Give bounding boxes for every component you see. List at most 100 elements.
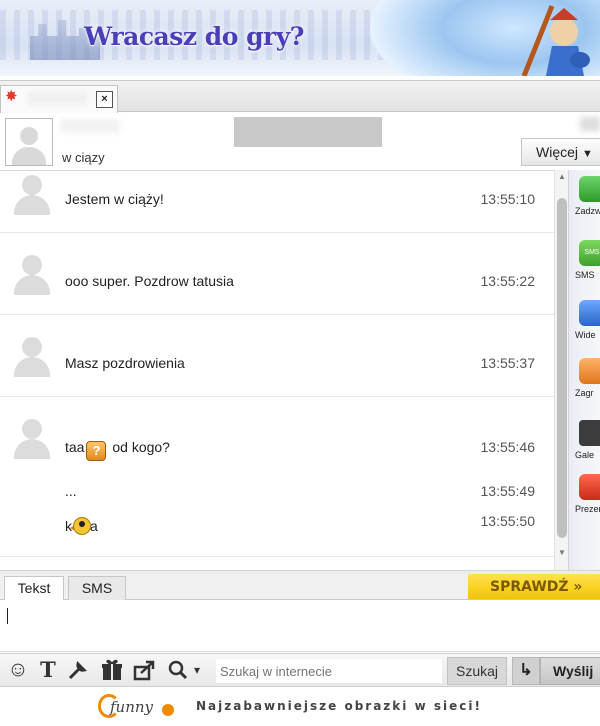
avatar-head (22, 175, 42, 195)
watermark-footer: funny Najzabawniejsze obrazki w sieci! (0, 688, 600, 726)
search-button[interactable]: Szukaj (447, 657, 507, 685)
message-row: taa? od kogo? 13:55:46 ... 13:55:49 ka 1… (0, 397, 554, 557)
message-text: taa? od kogo? (65, 439, 170, 461)
chevron-down-icon: ▼ (582, 148, 593, 160)
chat-history[interactable]: Jestem w ciąży! 13:55:10 ooo super. Pozd… (0, 170, 554, 570)
blurred-contact-name (27, 91, 87, 105)
message-line: Masz pozdrowienia 13:55:37 (65, 355, 535, 375)
contact-avatar[interactable] (5, 118, 53, 166)
phone-icon (579, 176, 600, 202)
scrollbar-thumb[interactable] (557, 198, 567, 538)
message-text: ooo super. Pozdrow tatusia (65, 273, 234, 289)
message-time: 13:55:49 (480, 483, 536, 499)
message-row: Jestem w ciąży! 13:55:10 (0, 171, 554, 233)
share-icon[interactable] (132, 658, 156, 682)
message-line: ka 13:55:50 (65, 513, 536, 535)
avatar-body (12, 147, 46, 165)
game-ad-banner[interactable]: Wracasz do gry? (0, 0, 600, 76)
search-icon[interactable] (166, 658, 190, 682)
call-label: Zadzw (575, 206, 600, 216)
logo-text: funny (110, 698, 154, 716)
conversation-tab-strip: ✸ × (0, 80, 600, 113)
more-label: Więcej (536, 144, 579, 160)
scroll-up-icon[interactable]: ▲ (557, 172, 567, 182)
avatar-head (22, 419, 42, 439)
blurred-contact-name (60, 119, 120, 133)
status-icon: ✸ (5, 88, 18, 105)
message-line: Jestem w ciąży! 13:55:10 (65, 191, 535, 211)
tab-sms[interactable]: SMS (68, 576, 126, 600)
footer-tagline: Najzabawniejsze obrazki w sieci! (196, 699, 482, 713)
avatar-body (14, 439, 50, 459)
video-icon (579, 300, 600, 326)
avatar-head (22, 337, 42, 357)
contact-status-text: w ciązy (62, 150, 105, 165)
message-line: taa? od kogo? 13:55:46 (65, 439, 535, 461)
funny-logo: funny (98, 692, 188, 720)
more-button[interactable]: Więcej ▼ (521, 138, 600, 166)
game-action[interactable]: Zagr (575, 358, 600, 410)
tab-text[interactable]: Tekst (4, 576, 64, 601)
message-row: ooo super. Pozdrow tatusia 13:55:22 (0, 233, 554, 315)
message-time: 13:55:50 (480, 513, 536, 529)
blurred-area (580, 117, 600, 131)
message-input[interactable] (0, 600, 600, 652)
game-label: Zagr (575, 388, 594, 398)
message-time: 13:55:10 (480, 191, 536, 207)
message-text: ka (65, 513, 98, 537)
close-tab-button[interactable]: × (96, 91, 113, 108)
avatar-body (14, 195, 50, 215)
gallery-action[interactable]: Gale (575, 420, 600, 472)
conversation-tab[interactable]: ✸ × (0, 85, 118, 113)
call-action[interactable]: Zadzw (575, 176, 600, 228)
chat-scrollbar[interactable]: ▲ ▼ (554, 170, 568, 570)
sms-icon: SMS (579, 240, 600, 266)
check-button[interactable]: SPRAWDŹ » (468, 574, 600, 599)
game-icon (579, 358, 600, 384)
avatar-body (14, 357, 50, 377)
chevron-down-icon[interactable]: ▾ (190, 658, 204, 682)
message-text-part: taa (65, 439, 85, 455)
text-caret (7, 608, 8, 624)
message-text: Masz pozdrowienia (65, 355, 185, 371)
gift-action[interactable]: Prezen (575, 474, 600, 526)
warrior-illustration (521, 5, 590, 76)
bird-eye (79, 521, 85, 527)
video-label: Wide (575, 330, 596, 340)
wrench-icon[interactable] (66, 658, 90, 682)
contact-actions-panel: Zadzw SMS SMS Wide Zagr Gale Prezen (568, 170, 600, 570)
video-action[interactable]: Wide (575, 300, 600, 352)
message-text: Jestem w ciąży! (65, 191, 164, 207)
message-time: 13:55:22 (480, 273, 536, 289)
gift-icon[interactable] (100, 658, 124, 682)
enter-icon[interactable]: ↳ (512, 657, 540, 685)
message-line: ooo super. Pozdrow tatusia 13:55:22 (65, 273, 535, 293)
camera-icon (579, 420, 600, 446)
avatar-body (14, 275, 50, 295)
message-text-part: od kogo? (112, 439, 170, 455)
message-row: Masz pozdrowienia 13:55:37 (0, 315, 554, 397)
sender-avatar (13, 337, 51, 377)
gallery-label: Gale (575, 450, 595, 460)
emoticon-icon[interactable]: ☺ (6, 658, 30, 682)
sender-avatar (13, 255, 51, 295)
avatar-head (22, 255, 42, 275)
avatar-head (20, 127, 38, 145)
contact-header: w ciązy Więcej ▼ (0, 113, 600, 169)
gift-icon (579, 474, 600, 500)
sms-action[interactable]: SMS SMS (575, 240, 600, 292)
scroll-down-icon[interactable]: ▼ (557, 548, 567, 558)
send-button[interactable]: Wyślij (540, 657, 600, 685)
logo-dot-icon (162, 704, 174, 716)
gift-label: Prezen (575, 504, 600, 514)
search-input[interactable] (216, 659, 442, 683)
sender-avatar (13, 175, 51, 215)
question-emoticon-icon: ? (86, 441, 107, 461)
message-time: 13:55:37 (480, 355, 536, 371)
sms-label: SMS (575, 270, 595, 280)
banner-title[interactable]: Wracasz do gry? (84, 22, 304, 51)
message-text: ... (65, 483, 77, 499)
compose-toolbar: ☺ T ▾ Szukaj ↳ Wyślij (0, 653, 600, 687)
input-mode-tabs: Tekst SMS SPRAWDŹ » (0, 574, 600, 601)
text-format-icon[interactable]: T (36, 658, 60, 682)
